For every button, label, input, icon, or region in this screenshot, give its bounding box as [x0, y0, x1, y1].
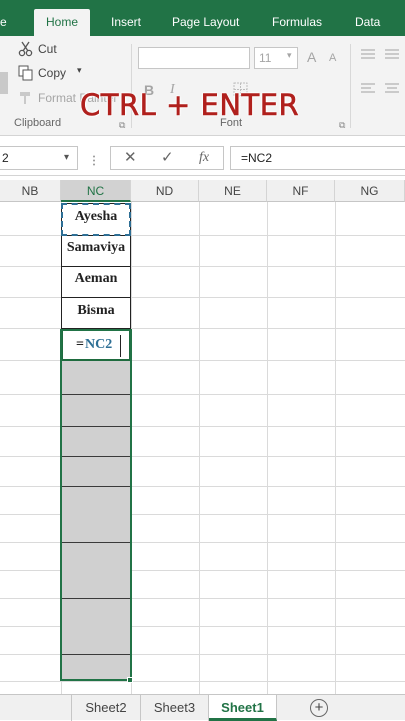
column-header-ng[interactable]: NG [335, 180, 405, 202]
gridline [267, 202, 268, 694]
sheet-tab-sheet3[interactable]: Sheet3 [141, 695, 209, 721]
formula-buttons: ✕ ✓ fx [110, 146, 224, 170]
gridline [335, 202, 336, 694]
overlay-caption: CTRL + ENTER [80, 88, 300, 123]
dialog-launcher-icon[interactable]: ⧉ [339, 120, 345, 131]
column-header-nd[interactable]: ND [131, 180, 199, 202]
column-header-ne[interactable]: NE [199, 180, 267, 202]
tab-file[interactable]: e [0, 9, 7, 36]
chevron-down-icon: ▾ [287, 50, 292, 60]
add-sheet-icon[interactable]: + [310, 699, 328, 717]
cell-nc3-value: Samaviya [66, 240, 126, 255]
ribbon: Cut Copy ▾ Format Painter Clipboard ⧉ 11… [0, 36, 405, 136]
tab-data[interactable]: Data [355, 9, 380, 36]
chevron-down-icon[interactable]: ▾ [77, 65, 82, 76]
tab-home[interactable]: Home [34, 9, 91, 36]
chevron-down-icon[interactable]: ▾ [64, 147, 69, 169]
sheet-nav-area [0, 695, 72, 721]
name-box[interactable]: 2 ▾ [0, 146, 78, 170]
insert-function-icon[interactable]: fx [199, 147, 209, 169]
name-box-value: 2 [2, 151, 9, 165]
column-header-nc[interactable]: NC [61, 180, 131, 202]
align-left-icon[interactable] [360, 82, 376, 101]
ribbon-separator [350, 44, 351, 128]
cell-nc5-value: Bisma [77, 303, 115, 318]
enter-icon[interactable]: ✓ [161, 147, 174, 169]
formula-input[interactable]: =NC2 [230, 146, 405, 170]
gridline [0, 681, 405, 682]
tab-insert[interactable]: Insert [111, 9, 141, 36]
drag-handle-icon[interactable] [92, 154, 96, 172]
shrink-font-button[interactable]: A [329, 52, 336, 64]
column-header-nf[interactable]: NF [267, 180, 335, 202]
tab-formulas[interactable]: Formulas [272, 9, 322, 36]
paste-icon[interactable] [0, 68, 10, 98]
cell-nc4-value: Aeman [74, 271, 118, 286]
formula-bar: 2 ▾ ✕ ✓ fx =NC2 [0, 140, 405, 176]
align-top-icon[interactable] [360, 48, 376, 67]
ribbon-tab-bar: e Home Insert Page Layout Formulas Data [0, 0, 405, 36]
sheet-tab-bar: Sheet2 Sheet3 Sheet1 + [0, 694, 405, 721]
fill-handle[interactable] [127, 677, 133, 683]
cell-nc2-value: Ayesha [74, 209, 118, 224]
selection-outline [60, 329, 132, 681]
font-size-value: 11 [259, 51, 272, 65]
brush-icon [18, 90, 34, 111]
cut-label: Cut [38, 42, 57, 56]
font-size-box[interactable]: 11 ▾ [254, 47, 298, 69]
cancel-icon[interactable]: ✕ [124, 147, 137, 169]
worksheet-grid[interactable]: NB NC ND NE NF NG Ayesha Samaviya Aeman … [0, 180, 405, 694]
font-name-box[interactable] [138, 47, 250, 69]
copy-icon [18, 65, 34, 86]
copy-label: Copy [38, 66, 67, 80]
cut-button[interactable]: Cut [18, 41, 78, 59]
sheet-tab-sheet1[interactable]: Sheet1 [209, 695, 277, 721]
copy-button[interactable]: Copy ▾ [18, 65, 88, 83]
scissors-icon [18, 41, 34, 62]
align-center-icon[interactable] [384, 82, 400, 101]
gridline [199, 202, 200, 694]
align-middle-icon[interactable] [384, 48, 400, 67]
grow-font-button[interactable]: A [307, 49, 316, 65]
clipboard-group-label: Clipboard [14, 117, 62, 129]
tab-page-layout[interactable]: Page Layout [172, 9, 239, 36]
sheet-tab-sheet2[interactable]: Sheet2 [72, 695, 141, 721]
column-header-nb[interactable]: NB [0, 180, 61, 202]
